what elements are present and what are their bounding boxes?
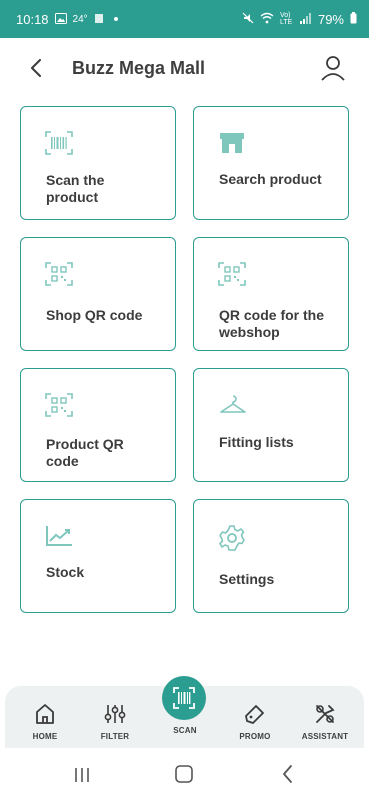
notification-dot-icon bbox=[113, 17, 118, 21]
stock-tile[interactable]: Stock bbox=[20, 499, 176, 613]
scan-product-tile[interactable]: Scan the product bbox=[20, 106, 176, 220]
scan-fab-button[interactable] bbox=[162, 676, 206, 720]
status-time: 10:18 bbox=[16, 11, 49, 27]
menu-grid: Scan the product Search product Shop QR … bbox=[20, 106, 349, 613]
home-circle-icon bbox=[175, 765, 193, 783]
tile-label: webshop bbox=[219, 324, 280, 340]
webshop-qr-code-tile[interactable]: QR code for the webshop bbox=[193, 237, 349, 351]
back-system-button[interactable] bbox=[280, 764, 296, 784]
tools-icon bbox=[316, 705, 335, 723]
status-bar: 10:18 24° Vo) LTE 79% bbox=[0, 0, 369, 38]
tile-label: Stock bbox=[46, 564, 85, 580]
store-icon bbox=[220, 133, 244, 153]
nav-scan-label: SCAN bbox=[173, 726, 197, 735]
qr-code-icon bbox=[45, 262, 73, 286]
wifi-icon bbox=[260, 12, 274, 27]
gallery-icon bbox=[54, 12, 67, 27]
nav-filter-label: FILTER bbox=[100, 732, 130, 741]
home-system-button[interactable] bbox=[174, 764, 194, 784]
mute-icon bbox=[242, 12, 254, 27]
nav-promo[interactable]: PROMO bbox=[220, 702, 290, 741]
fitting-lists-tile[interactable]: Fitting lists bbox=[193, 368, 349, 482]
tile-label: QR code for the bbox=[219, 307, 325, 323]
home-icon bbox=[36, 704, 54, 724]
shop-qr-code-tile[interactable]: Shop QR code bbox=[20, 237, 176, 351]
gear-icon bbox=[219, 525, 245, 551]
trend-chart-icon bbox=[46, 526, 72, 546]
nav-assistant-label: ASSISTANT bbox=[301, 732, 349, 741]
app-header: Buzz Mega Mall bbox=[0, 38, 369, 98]
tile-label: Settings bbox=[219, 571, 275, 587]
nav-assistant[interactable]: ASSISTANT bbox=[290, 702, 360, 741]
search-product-tile[interactable]: Search product bbox=[193, 106, 349, 220]
sliders-icon bbox=[104, 705, 126, 723]
settings-tile[interactable]: Settings bbox=[193, 499, 349, 613]
recents-icon bbox=[75, 768, 89, 782]
tile-label: Search product bbox=[219, 171, 322, 187]
tag-icon bbox=[245, 705, 264, 724]
tile-label: Fitting lists bbox=[219, 434, 294, 450]
tile-label: Scan the bbox=[46, 172, 105, 188]
nav-scan[interactable]: SCAN bbox=[150, 726, 220, 735]
barcode-icon bbox=[173, 687, 195, 709]
tile-label: Shop QR code bbox=[46, 307, 143, 323]
nav-filter[interactable]: FILTER bbox=[80, 702, 150, 741]
tile-label: Product QR bbox=[46, 436, 124, 452]
page-title: Buzz Mega Mall bbox=[72, 58, 206, 78]
back-button[interactable] bbox=[24, 56, 48, 80]
nav-home-label: HOME bbox=[32, 732, 58, 741]
qr-code-icon bbox=[45, 393, 73, 417]
chevron-left-icon bbox=[283, 765, 292, 783]
signal-icon bbox=[299, 12, 312, 27]
nav-promo-label: PROMO bbox=[239, 732, 271, 741]
status-temperature: 24° bbox=[72, 13, 88, 25]
chevron-left-icon bbox=[31, 59, 41, 77]
recents-button[interactable] bbox=[70, 766, 94, 784]
weather-icon bbox=[94, 12, 104, 27]
tile-label: product bbox=[46, 189, 99, 205]
product-qr-code-tile[interactable]: Product QR code bbox=[20, 368, 176, 482]
qr-code-icon bbox=[218, 262, 246, 286]
network-label: Vo) LTE bbox=[279, 12, 293, 26]
user-icon bbox=[321, 56, 345, 81]
nav-home[interactable]: HOME bbox=[10, 702, 80, 741]
battery-icon bbox=[350, 11, 357, 27]
tile-label: code bbox=[46, 453, 79, 469]
battery-percent: 79% bbox=[317, 11, 344, 27]
barcode-icon bbox=[45, 131, 73, 155]
system-nav-bar bbox=[0, 748, 369, 800]
profile-button[interactable] bbox=[319, 54, 347, 82]
hanger-icon bbox=[220, 395, 246, 413]
